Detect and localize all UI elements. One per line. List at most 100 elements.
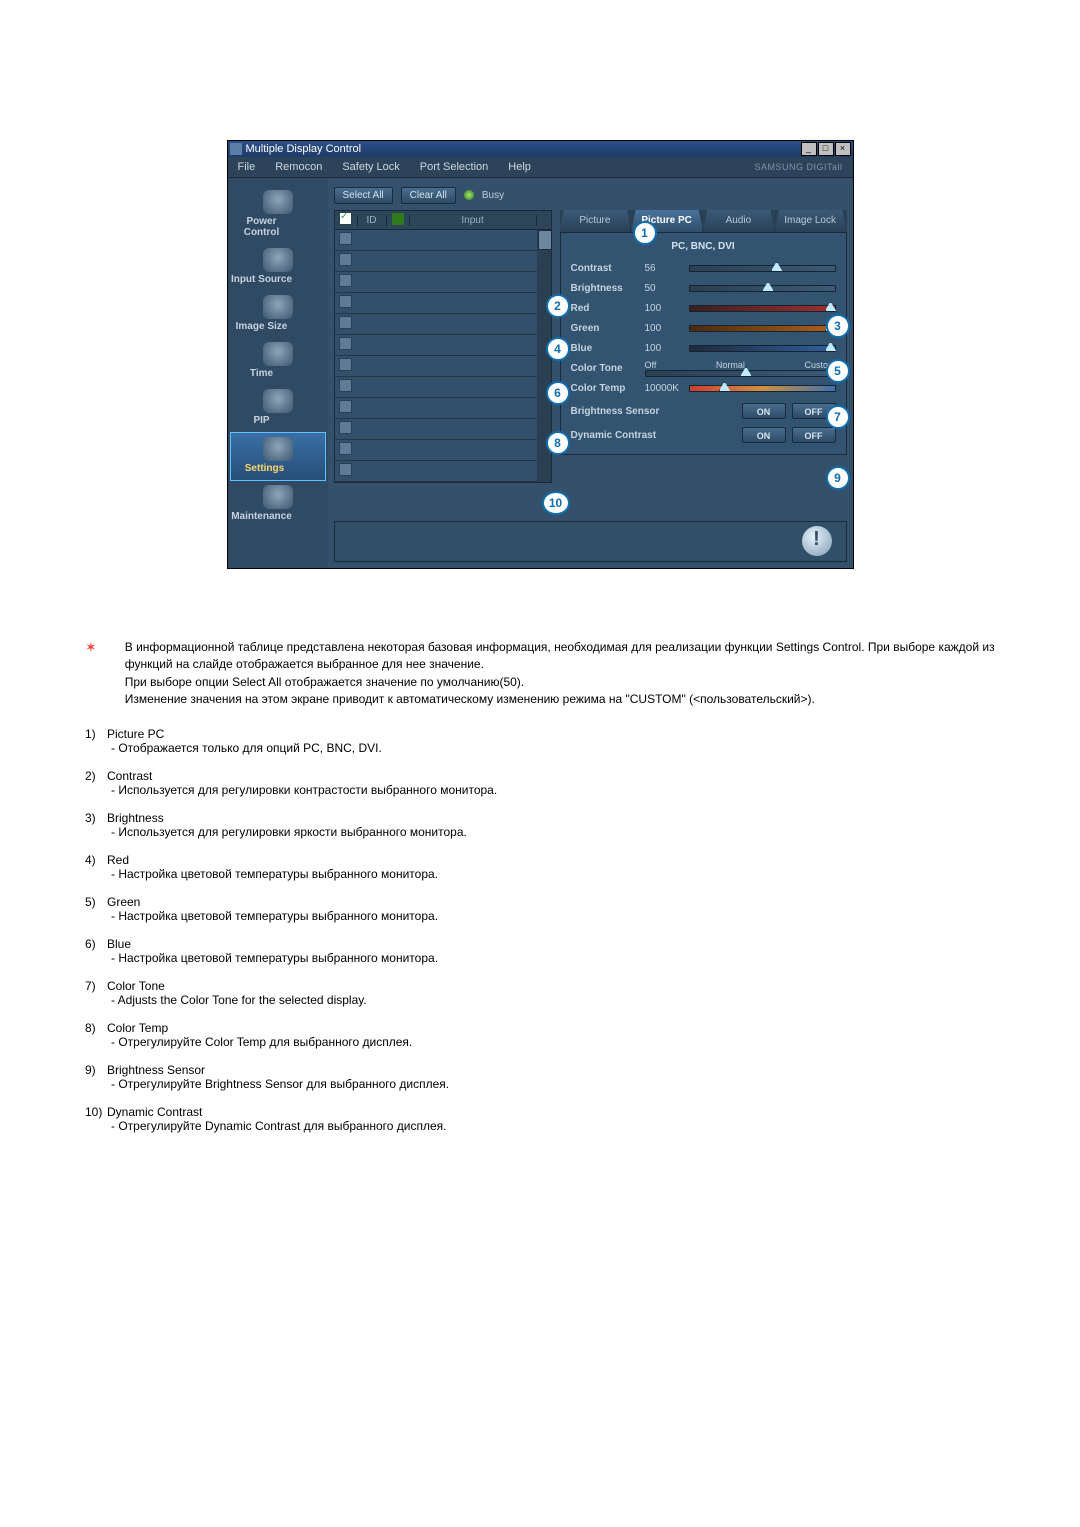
busy-label: Busy — [482, 190, 504, 201]
explain-item: 3)Brightness- Используется для регулиров… — [85, 811, 995, 839]
row-checkbox[interactable] — [339, 358, 352, 371]
scroll-thumb[interactable] — [538, 230, 551, 250]
row-checkbox[interactable] — [339, 400, 352, 413]
colortemp-label: Color Temp — [571, 383, 639, 394]
row-checkbox[interactable] — [339, 463, 352, 476]
contrast-slider[interactable] — [689, 265, 836, 272]
contrast-label: Contrast — [571, 263, 639, 274]
blue-value: 100 — [645, 343, 683, 354]
menu-safety-lock[interactable]: Safety Lock — [332, 161, 409, 173]
red-slider[interactable] — [689, 305, 836, 312]
select-all-button[interactable]: Select All — [334, 187, 393, 204]
grid-row[interactable] — [335, 293, 551, 314]
panel-subtitle: PC, BNC, DVI — [571, 241, 836, 252]
item-number: 10) — [85, 1105, 107, 1119]
green-slider[interactable] — [689, 325, 836, 332]
grid-body — [335, 230, 551, 482]
settings-icon — [263, 437, 293, 461]
colortone-slider[interactable] — [645, 370, 836, 377]
tone-normal: Normal — [716, 360, 745, 370]
callout-4: 4 — [546, 337, 570, 361]
blue-slider[interactable] — [689, 345, 836, 352]
grid-row[interactable] — [335, 398, 551, 419]
note-line-3: Изменение значения на этом экране привод… — [125, 691, 995, 708]
col-input: Input — [409, 215, 537, 226]
row-checkbox[interactable] — [339, 232, 352, 245]
blue-row: Blue 100 — [571, 338, 836, 358]
dcontrast-off[interactable]: OFF — [792, 427, 836, 443]
grid-row[interactable] — [335, 251, 551, 272]
grid-row[interactable] — [335, 377, 551, 398]
row-checkbox[interactable] — [339, 274, 352, 287]
busy-icon — [464, 190, 474, 200]
callout-1: 1 — [633, 221, 657, 245]
brightness-slider[interactable] — [689, 285, 836, 292]
item-list: 1)Picture PC- Отображается только для оп… — [85, 727, 995, 1133]
maximize-button[interactable]: □ — [818, 142, 834, 156]
grid-row[interactable] — [335, 230, 551, 251]
item-number: 4) — [85, 853, 107, 867]
minimize-button[interactable]: _ — [801, 142, 817, 156]
red-label: Red — [571, 303, 639, 314]
bsensor-on[interactable]: ON — [742, 403, 786, 419]
check-all[interactable] — [339, 212, 352, 225]
grid-row[interactable] — [335, 314, 551, 335]
item-desc: - Используется для регулировки контрасто… — [111, 783, 995, 797]
colortone-label: Color Tone — [571, 363, 639, 374]
row-checkbox[interactable] — [339, 421, 352, 434]
sidebar-pip[interactable]: PIP — [228, 385, 328, 432]
tab-audio[interactable]: Audio — [703, 210, 775, 232]
item-number: 2) — [85, 769, 107, 783]
time-icon — [263, 342, 293, 366]
brightness-value: 50 — [645, 283, 683, 294]
sidebar-power-control[interactable]: Power Control — [228, 186, 328, 244]
dynamic-contrast-row: Dynamic Contrast ON OFF — [571, 424, 836, 446]
info-icon[interactable] — [802, 526, 832, 556]
item-desc: - Отображается только для опций PC, BNC,… — [111, 741, 995, 755]
colortemp-slider[interactable] — [689, 385, 836, 392]
grid-row[interactable] — [335, 335, 551, 356]
grid-row[interactable] — [335, 461, 551, 482]
contrast-value: 56 — [645, 263, 683, 274]
tab-image-lock[interactable]: Image Lock — [775, 210, 847, 232]
green-value: 100 — [645, 323, 683, 334]
sidebar-settings[interactable]: Settings — [230, 432, 326, 481]
grid-row[interactable] — [335, 419, 551, 440]
input-source-icon — [263, 248, 293, 272]
colortone-options: Off Normal Custom — [645, 360, 836, 370]
menu-remocon[interactable]: Remocon — [265, 161, 332, 173]
menu-help[interactable]: Help — [498, 161, 541, 173]
grid-row[interactable] — [335, 356, 551, 377]
menubar: File Remocon Safety Lock Port Selection … — [228, 157, 853, 178]
contrast-row: Contrast 56 — [571, 258, 836, 278]
sidebar-image-size[interactable]: Image Size — [228, 291, 328, 338]
app-window: Multiple Display Control _ □ × File Remo… — [227, 140, 854, 569]
grid-row[interactable] — [335, 272, 551, 293]
sidebar-time[interactable]: Time — [228, 338, 328, 385]
grid-row[interactable] — [335, 440, 551, 461]
sidebar-input-source[interactable]: Input Source — [228, 244, 328, 291]
settings-tabs: Picture Picture PC Audio Image Lock — [560, 210, 847, 232]
grid-toolbar: Select All Clear All Busy — [334, 184, 552, 206]
row-checkbox[interactable] — [339, 316, 352, 329]
tone-off: Off — [645, 360, 657, 370]
row-checkbox[interactable] — [339, 379, 352, 392]
menu-file[interactable]: File — [228, 161, 266, 173]
brightness-label: Brightness — [571, 283, 639, 294]
sidebar-maintenance[interactable]: Maintenance — [228, 481, 328, 528]
row-checkbox[interactable] — [339, 253, 352, 266]
item-number: 5) — [85, 895, 107, 909]
row-checkbox[interactable] — [339, 337, 352, 350]
titlebar: Multiple Display Control _ □ × — [228, 141, 853, 157]
blue-label: Blue — [571, 343, 639, 354]
row-checkbox[interactable] — [339, 442, 352, 455]
explain-item: 8)Color Temp- Отрегулируйте Color Temp д… — [85, 1021, 995, 1049]
row-checkbox[interactable] — [339, 295, 352, 308]
close-button[interactable]: × — [835, 142, 851, 156]
menu-port-selection[interactable]: Port Selection — [410, 161, 498, 173]
clear-all-button[interactable]: Clear All — [401, 187, 456, 204]
dcontrast-on[interactable]: ON — [742, 427, 786, 443]
tab-picture[interactable]: Picture — [560, 210, 632, 232]
dcontrast-label: Dynamic Contrast — [571, 430, 736, 441]
item-desc: - Настройка цветовой температуры выбранн… — [111, 867, 995, 881]
